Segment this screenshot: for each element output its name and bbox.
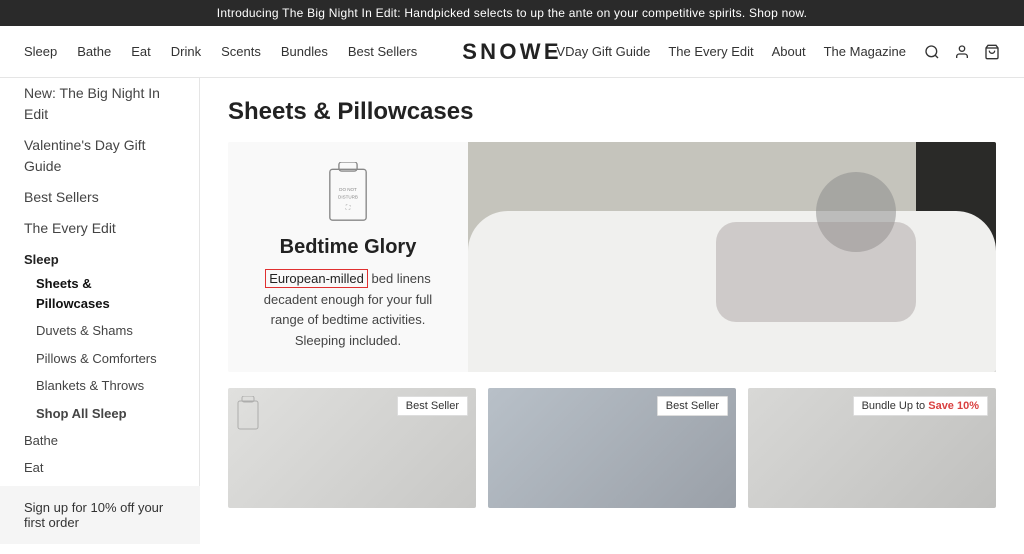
svg-text:DO NOT: DO NOT: [339, 187, 357, 192]
top-nav: Sleep Bathe Eat Drink Scents Bundles Bes…: [0, 26, 1024, 78]
announcement-text: Introducing The Big Night In Edit: Handp…: [217, 6, 807, 20]
product-icon-1: [236, 396, 260, 435]
svg-text:DISTURB: DISTURB: [338, 194, 358, 199]
product-card-1[interactable]: Best Seller: [228, 388, 476, 508]
hero-right-panel: [468, 142, 996, 372]
nav-bundles[interactable]: Bundles: [281, 44, 328, 59]
badge-bundle-prefix: Bundle Up to: [862, 400, 929, 412]
badge-bundle-save: Bundle Up to Save 10%: [853, 396, 988, 416]
badge-best-seller-2: Best Seller: [657, 396, 728, 416]
sidebar-eat[interactable]: Eat: [0, 454, 199, 481]
sidebar-bathe[interactable]: Bathe: [0, 427, 199, 454]
sidebar-duvets-shams[interactable]: Duvets & Shams: [0, 317, 199, 345]
hero-description: European-milled bed linens decadent enou…: [248, 269, 448, 352]
badge-save-percent: Save 10%: [928, 400, 979, 412]
announcement-bar: Introducing The Big Night In Edit: Handp…: [0, 0, 1024, 26]
nav-scents[interactable]: Scents: [221, 44, 261, 59]
nav-vday[interactable]: VDay Gift Guide: [556, 44, 650, 59]
bed-scene: [468, 142, 996, 372]
nav-eat[interactable]: Eat: [131, 44, 151, 59]
product-card-3[interactable]: Bundle Up to Save 10%: [748, 388, 996, 508]
sidebar-footer-text: Sign up for 10% off your first order: [24, 500, 163, 530]
sidebar-item-best-sellers[interactable]: Best Sellers: [0, 182, 199, 213]
sidebar-wrapper: New: The Big Night In Edit Valentine's D…: [0, 78, 200, 544]
person-body: [716, 222, 916, 322]
nav-sleep[interactable]: Sleep: [24, 44, 57, 59]
sidebar-sheets-pillowcases[interactable]: Sheets & Pillowcases: [0, 270, 199, 317]
nav-bathe[interactable]: Bathe: [77, 44, 111, 59]
bag-icon[interactable]: [984, 44, 1000, 60]
hero-highlight: European-milled: [265, 269, 368, 288]
do-not-disturb-icon: DO NOT DISTURB ⛶: [324, 162, 372, 224]
nav-every-edit[interactable]: The Every Edit: [668, 44, 753, 59]
sidebar-item-every-edit[interactable]: The Every Edit: [0, 213, 199, 244]
product-card-2[interactable]: Best Seller: [488, 388, 736, 508]
sidebar-sleep-label: Sleep: [0, 244, 199, 270]
hero-left-panel: DO NOT DISTURB ⛶ Bedtime Glory European-…: [228, 142, 468, 372]
badge-best-seller-1: Best Seller: [397, 396, 468, 416]
nav-about[interactable]: About: [772, 44, 806, 59]
sidebar-blankets-throws[interactable]: Blankets & Throws: [0, 372, 199, 400]
sidebar: New: The Big Night In Edit Valentine's D…: [0, 78, 200, 544]
sidebar-footer[interactable]: Sign up for 10% off your first order: [0, 486, 200, 544]
sidebar-shop-all-sleep[interactable]: Shop All Sleep: [0, 400, 199, 428]
search-icon[interactable]: [924, 44, 940, 60]
product-row: Best Seller Best Seller Bundle Up to Sav…: [228, 388, 996, 508]
nav-left: Sleep Bathe Eat Drink Scents Bundles Bes…: [24, 44, 417, 59]
hero-title: Bedtime Glory: [280, 236, 417, 259]
sidebar-item-vday[interactable]: Valentine's Day Gift Guide: [0, 130, 199, 182]
hero-banner: DO NOT DISTURB ⛶ Bedtime Glory European-…: [228, 142, 996, 372]
layout: New: The Big Night In Edit Valentine's D…: [0, 78, 1024, 544]
site-logo[interactable]: SNOWE: [462, 39, 562, 65]
nav-best-sellers[interactable]: Best Sellers: [348, 44, 417, 59]
nav-magazine[interactable]: The Magazine: [824, 44, 906, 59]
nav-right: VDay Gift Guide The Every Edit About The…: [556, 44, 1000, 60]
page-title: Sheets & Pillowcases: [228, 98, 996, 126]
sidebar-item-big-night[interactable]: New: The Big Night In Edit: [0, 78, 199, 130]
main-content: Sheets & Pillowcases DO NOT DISTURB ⛶ Be…: [200, 78, 1024, 544]
svg-text:⛶: ⛶: [346, 204, 351, 211]
account-icon[interactable]: [954, 44, 970, 60]
nav-drink[interactable]: Drink: [171, 44, 201, 59]
sidebar-pillows-comforters[interactable]: Pillows & Comforters: [0, 345, 199, 373]
nav-icons: [924, 44, 1000, 60]
